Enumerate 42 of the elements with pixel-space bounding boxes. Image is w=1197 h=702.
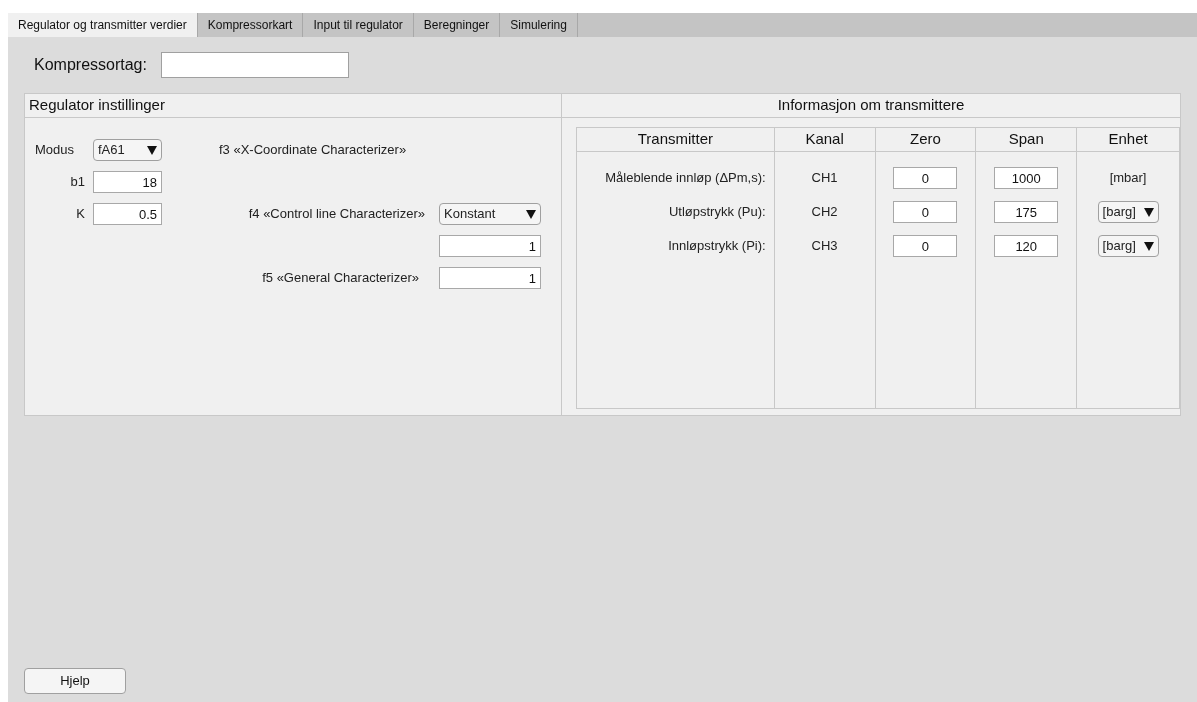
transmitter-label: Måleblende innløp (ΔPm,s): xyxy=(605,169,766,188)
tab[interactable]: Regulator og transmitter verdier xyxy=(8,13,198,37)
caret-icon xyxy=(147,145,157,155)
field-label: Modus xyxy=(35,141,76,160)
column-header: Span xyxy=(1008,129,1044,150)
caret-icon xyxy=(526,209,536,219)
input-field[interactable]: 18 xyxy=(93,171,162,193)
f3-label: f3 «X-Coordinate Characterizer» xyxy=(219,141,408,160)
column-header: Kanal xyxy=(805,129,844,150)
channel-label: CH1 xyxy=(811,169,838,188)
field-label: b1 xyxy=(69,173,85,192)
channel-label: CH2 xyxy=(811,203,838,222)
input-field[interactable]: 1000 xyxy=(994,167,1059,189)
column-header: Zero xyxy=(910,129,941,150)
caret-icon xyxy=(1143,207,1154,217)
help-button[interactable]: Hjelp xyxy=(24,668,126,694)
unit-dropdown[interactable]: [barg] xyxy=(1097,201,1159,223)
f4-label: f4 «Control line Characterizer» xyxy=(247,205,425,224)
input-field[interactable]: 0 xyxy=(893,167,958,189)
f5-label: f5 «General Characterizer» xyxy=(261,269,420,288)
input-field[interactable]: 0 xyxy=(893,235,958,257)
panel-title: Informasjon om transmittere xyxy=(777,95,965,116)
caret-icon xyxy=(1143,241,1154,251)
input-field[interactable]: 120 xyxy=(994,235,1059,257)
channel-label: CH3 xyxy=(811,237,838,256)
transmitter-label: Utløpstrykk (Pu): xyxy=(668,203,766,222)
input-field[interactable]: 175 xyxy=(994,201,1059,223)
input-field[interactable] xyxy=(160,52,349,78)
modus-dropdown[interactable]: fA61 xyxy=(93,139,162,161)
input-field[interactable]: 1 xyxy=(439,267,541,289)
input-field[interactable]: 0 xyxy=(893,201,958,223)
unit-dropdown[interactable]: [barg] xyxy=(1097,235,1159,257)
column-header: Transmitter xyxy=(637,129,713,150)
field-label: Kompressortag: xyxy=(34,55,147,75)
panel-title: Regulator instillinger xyxy=(29,95,165,116)
field-label: K xyxy=(75,205,85,224)
transmitter-label: Innløpstrykk (Pi): xyxy=(668,237,766,256)
input-field[interactable]: 0.5 xyxy=(93,203,162,225)
input-field[interactable]: 1 xyxy=(439,235,541,257)
column-header: Enhet xyxy=(1108,129,1148,150)
characterizer-dropdown[interactable]: Konstant xyxy=(439,203,541,225)
unit-label: [mbar] xyxy=(1109,169,1147,188)
